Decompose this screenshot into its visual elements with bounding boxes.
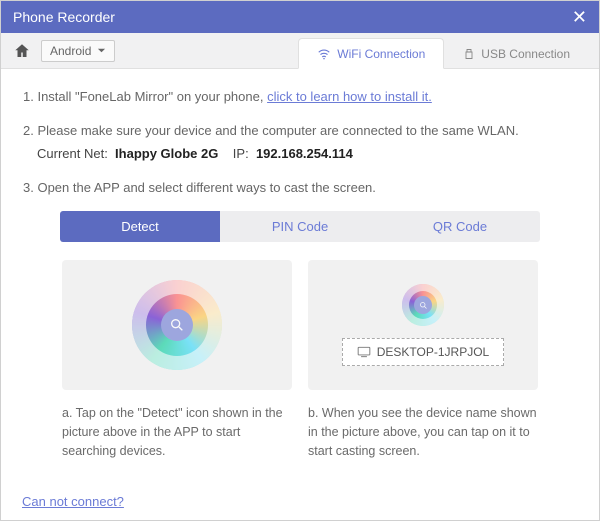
usb-icon <box>463 48 475 60</box>
toolbar: Android WiFi Connection USB Connection <box>1 33 599 69</box>
panel-b-caption: b. When you see the device name shown in… <box>308 404 538 460</box>
detect-icon-small <box>402 284 444 326</box>
close-icon[interactable]: ✕ <box>572 7 587 28</box>
window-title: Phone Recorder <box>13 9 115 25</box>
cannot-connect-link[interactable]: Can not connect? <box>22 494 124 509</box>
ip-address: 192.168.254.114 <box>256 146 353 161</box>
step-3: 3. Open the APP and select different way… <box>23 178 577 198</box>
panel-b-image: DESKTOP-1JRPJOL <box>308 260 538 390</box>
detect-icon <box>132 280 222 370</box>
home-icon[interactable] <box>11 40 33 62</box>
panel-b: DESKTOP-1JRPJOL b. When you see the devi… <box>308 260 538 460</box>
step-2: 2. Please make sure your device and the … <box>23 121 577 164</box>
content-area: 1. Install "FoneLab Mirror" on your phon… <box>1 69 599 470</box>
magnify-icon <box>169 317 185 333</box>
network-name: Ihappy Globe 2G <box>115 146 218 161</box>
step-1: 1. Install "FoneLab Mirror" on your phon… <box>23 87 577 107</box>
tab-wifi-label: WiFi Connection <box>337 47 425 61</box>
instruction-panels: a. Tap on the "Detect" icon shown in the… <box>23 260 577 460</box>
panel-a: a. Tap on the "Detect" icon shown in the… <box>62 260 292 460</box>
device-name-text: DESKTOP-1JRPJOL <box>377 345 489 359</box>
tab-usb-label: USB Connection <box>481 47 570 61</box>
monitor-icon <box>357 346 371 358</box>
connection-tabs: WiFi Connection USB Connection <box>298 38 589 68</box>
panel-a-caption: a. Tap on the "Detect" icon shown in the… <box>62 404 292 460</box>
platform-dropdown[interactable]: Android <box>41 40 115 62</box>
tab-usb[interactable]: USB Connection <box>444 38 589 68</box>
mode-segmented: Detect PIN Code QR Code <box>60 211 540 242</box>
magnify-icon <box>419 301 428 310</box>
seg-qr[interactable]: QR Code <box>380 211 540 242</box>
platform-label: Android <box>50 44 91 58</box>
footer: Can not connect? <box>22 494 124 509</box>
tab-wifi[interactable]: WiFi Connection <box>298 38 444 69</box>
network-info: Current Net: Ihappy Globe 2G IP: 192.168… <box>37 144 577 164</box>
seg-detect[interactable]: Detect <box>60 211 220 242</box>
panel-a-image <box>62 260 292 390</box>
chevron-down-icon <box>97 46 106 55</box>
title-bar: Phone Recorder ✕ <box>1 1 599 33</box>
install-link[interactable]: click to learn how to install it. <box>267 89 432 104</box>
device-name-box: DESKTOP-1JRPJOL <box>342 338 504 366</box>
seg-pin[interactable]: PIN Code <box>220 211 380 242</box>
wifi-icon <box>317 47 331 61</box>
